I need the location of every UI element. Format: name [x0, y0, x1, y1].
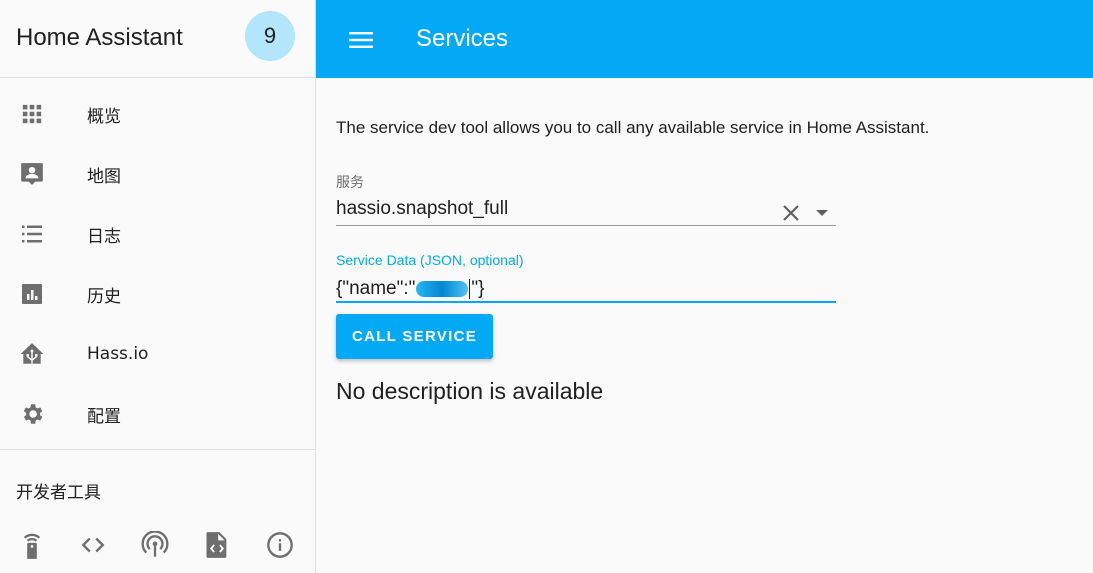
- text-caret: [469, 279, 471, 299]
- format-list-bulleted-icon: [19, 221, 45, 247]
- sidebar-divider: [0, 449, 315, 450]
- page-title: Services: [416, 25, 509, 52]
- sidebar-item-overview[interactable]: 概览: [0, 84, 315, 144]
- settings-gear-icon: [19, 401, 45, 427]
- service-label: 服务: [336, 175, 364, 191]
- app-title: Home Assistant: [16, 24, 183, 51]
- intro-text: The service dev tool allows you to call …: [336, 118, 930, 137]
- sidebar-item-label: 日志: [87, 226, 121, 247]
- apps-grid-icon: [19, 101, 45, 127]
- notifications-button[interactable]: 9: [245, 11, 295, 61]
- no-description-text: No description is available: [336, 378, 604, 404]
- menu-icon[interactable]: [346, 25, 376, 55]
- service-data-suffix: "}: [471, 278, 485, 299]
- radio-tower-icon[interactable]: [140, 530, 170, 560]
- sidebar-item-label: 概览: [87, 106, 121, 127]
- sidebar-item-hassio[interactable]: Hass.io: [0, 324, 315, 384]
- dev-tools-title: 开发者工具: [16, 483, 101, 503]
- service-data-input[interactable]: {"name":" "}: [336, 278, 484, 300]
- sidebar-item-history[interactable]: 历史: [0, 264, 315, 324]
- home-assistant-icon: [19, 341, 45, 367]
- sidebar-header: Home Assistant 9: [0, 0, 315, 78]
- redaction-mark: [416, 281, 469, 297]
- information-outline-icon[interactable]: [265, 530, 295, 560]
- service-data-label: Service Data (JSON, optional): [336, 252, 524, 268]
- service-input[interactable]: hassio.snapshot_full: [336, 198, 508, 220]
- app-toolbar: Services: [316, 0, 1093, 78]
- file-xml-icon[interactable]: [202, 530, 232, 560]
- sidebar-item-logbook[interactable]: 日志: [0, 204, 315, 264]
- service-data-prefix: {"name":": [336, 278, 416, 299]
- service-data-field[interactable]: Service Data (JSON, optional) {"name":" "…: [336, 248, 836, 303]
- code-tags-icon[interactable]: [78, 530, 108, 560]
- sidebar-item-label: Hass.io: [87, 344, 149, 364]
- sidebar: Home Assistant 9 概览 地图 日志 历史 Hass.io 配置 …: [0, 0, 316, 573]
- chevron-down-icon[interactable]: [812, 203, 832, 223]
- remote-icon[interactable]: [17, 530, 47, 560]
- poll-box-icon: [19, 281, 45, 307]
- sidebar-item-label: 配置: [87, 406, 121, 427]
- clear-icon[interactable]: [780, 202, 802, 224]
- sidebar-item-map[interactable]: 地图: [0, 144, 315, 204]
- account-box-icon: [19, 161, 45, 187]
- sidebar-item-config[interactable]: 配置: [0, 384, 315, 444]
- sidebar-item-label: 历史: [87, 286, 121, 307]
- sidebar-item-label: 地图: [87, 166, 121, 187]
- service-combobox[interactable]: 服务 hassio.snapshot_full: [336, 170, 836, 226]
- call-service-button[interactable]: CALL SERVICE: [336, 314, 493, 359]
